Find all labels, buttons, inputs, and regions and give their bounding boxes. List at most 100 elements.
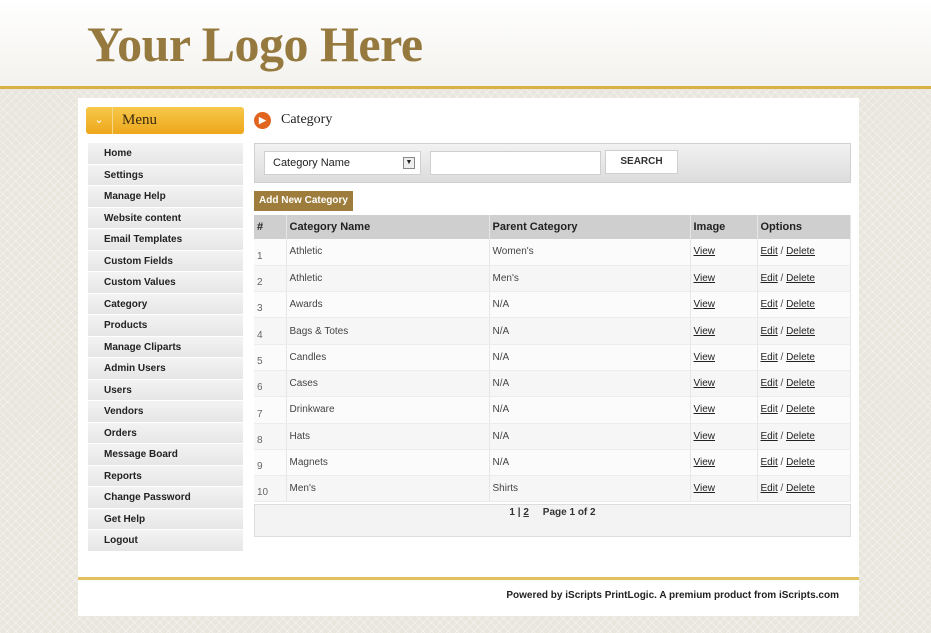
- parent-category-cell: N/A: [489, 423, 691, 450]
- page-separator: |: [517, 507, 521, 518]
- view-image-link[interactable]: View: [694, 483, 716, 494]
- row-number: 6: [254, 370, 287, 398]
- category-name-cell: Athletic: [286, 239, 490, 266]
- sidebar-item-get-help[interactable]: Get Help: [88, 508, 243, 529]
- sidebar-item-website-content[interactable]: Website content: [88, 207, 243, 228]
- image-cell: View: [690, 265, 758, 293]
- search-field-value: Category Name: [273, 157, 351, 169]
- delete-link[interactable]: Delete: [786, 457, 815, 468]
- sidebar-title: Menu: [122, 112, 157, 128]
- category-name-cell: Magnets: [286, 449, 490, 477]
- row-number: 5: [254, 344, 287, 371]
- view-image-link[interactable]: View: [694, 299, 716, 310]
- view-image-link[interactable]: View: [694, 431, 716, 442]
- delete-link[interactable]: Delete: [786, 431, 815, 442]
- edit-link[interactable]: Edit: [761, 483, 778, 494]
- delete-link[interactable]: Delete: [786, 404, 815, 415]
- row-number: 3: [254, 291, 287, 319]
- delete-link[interactable]: Delete: [786, 326, 815, 337]
- view-image-link[interactable]: View: [694, 352, 716, 363]
- view-image-link[interactable]: View: [694, 326, 716, 337]
- options-cell: Edit / Delete: [757, 370, 851, 398]
- sidebar-item-message-board[interactable]: Message Board: [88, 444, 243, 465]
- edit-link[interactable]: Edit: [761, 273, 778, 284]
- page-title: Category: [281, 112, 333, 127]
- sidebar-item-products[interactable]: Products: [88, 315, 243, 336]
- parent-category-cell: N/A: [489, 449, 691, 477]
- search-button[interactable]: SEARCH: [605, 150, 678, 174]
- delete-link[interactable]: Delete: [786, 378, 815, 389]
- edit-link[interactable]: Edit: [761, 431, 778, 442]
- row-number: 10: [254, 475, 287, 503]
- sidebar-item-home[interactable]: Home: [88, 143, 243, 164]
- row-number: 7: [254, 396, 287, 424]
- image-cell: View: [690, 423, 758, 450]
- site-logo[interactable]: Your Logo Here: [87, 12, 423, 76]
- column-header-options: Options: [757, 215, 851, 239]
- delete-link[interactable]: Delete: [786, 352, 815, 363]
- table-row: 1 Athletic Women's View Edit / Delete: [254, 239, 851, 266]
- parent-category-cell: N/A: [489, 396, 691, 424]
- edit-link[interactable]: Edit: [761, 404, 778, 415]
- sidebar-item-logout[interactable]: Logout: [88, 530, 243, 551]
- view-image-link[interactable]: View: [694, 404, 716, 415]
- view-image-link[interactable]: View: [694, 273, 716, 284]
- sidebar-item-users[interactable]: Users: [88, 379, 243, 400]
- parent-category-cell: Shirts: [489, 475, 691, 503]
- parent-category-cell: Men's: [489, 265, 691, 293]
- image-cell: View: [690, 239, 758, 266]
- parent-category-cell: N/A: [489, 370, 691, 398]
- page-2-link[interactable]: 2: [523, 507, 529, 518]
- search-field-select[interactable]: Category Name ▼: [264, 151, 421, 175]
- edit-link[interactable]: Edit: [761, 299, 778, 310]
- category-name-cell: Cases: [286, 370, 490, 398]
- column-header-number: #: [254, 215, 287, 239]
- category-name-cell: Bags & Totes: [286, 317, 490, 345]
- sidebar-item-email-templates[interactable]: Email Templates: [88, 229, 243, 250]
- delete-link[interactable]: Delete: [786, 273, 815, 284]
- sidebar-item-change-password[interactable]: Change Password: [88, 487, 243, 508]
- options-cell: Edit / Delete: [757, 423, 851, 450]
- sidebar-item-custom-values[interactable]: Custom Values: [88, 272, 243, 293]
- sidebar-item-admin-users[interactable]: Admin Users: [88, 358, 243, 379]
- edit-link[interactable]: Edit: [761, 457, 778, 468]
- dropdown-arrow-icon[interactable]: ▼: [403, 157, 415, 169]
- table-row: 6 Cases N/A View Edit / Delete: [254, 370, 851, 398]
- sidebar-header: ⌄ Menu: [86, 107, 244, 134]
- delete-link[interactable]: Delete: [786, 246, 815, 257]
- sidebar-item-manage-help[interactable]: Manage Help: [88, 186, 243, 207]
- sidebar-item-category[interactable]: Category: [88, 293, 243, 314]
- options-cell: Edit / Delete: [757, 291, 851, 319]
- table-header-row: # Category Name Parent Category Image Op…: [254, 215, 851, 239]
- view-image-link[interactable]: View: [694, 378, 716, 389]
- page-1-link[interactable]: 1: [509, 507, 515, 518]
- table-row: 10 Men's Shirts View Edit / Delete: [254, 475, 851, 503]
- table-row: 9 Magnets N/A View Edit / Delete: [254, 449, 851, 477]
- options-cell: Edit / Delete: [757, 239, 851, 266]
- image-cell: View: [690, 344, 758, 371]
- edit-link[interactable]: Edit: [761, 326, 778, 337]
- row-number: 1: [254, 239, 287, 266]
- options-cell: Edit / Delete: [757, 475, 851, 503]
- add-new-category-button[interactable]: Add New Category: [254, 191, 353, 211]
- sidebar-item-orders[interactable]: Orders: [88, 422, 243, 443]
- delete-link[interactable]: Delete: [786, 299, 815, 310]
- table-row: 5 Candles N/A View Edit / Delete: [254, 344, 851, 371]
- image-cell: View: [690, 449, 758, 477]
- view-image-link[interactable]: View: [694, 246, 716, 257]
- sidebar-item-vendors[interactable]: Vendors: [88, 401, 243, 422]
- delete-link[interactable]: Delete: [786, 483, 815, 494]
- sidebar-item-settings[interactable]: Settings: [88, 164, 243, 185]
- footer-credit: Powered by iScripts PrintLogic. A premiu…: [506, 590, 839, 601]
- edit-link[interactable]: Edit: [761, 352, 778, 363]
- sidebar-item-manage-cliparts[interactable]: Manage Cliparts: [88, 336, 243, 357]
- search-input[interactable]: [430, 151, 601, 175]
- search-bar: Category Name ▼ SEARCH: [254, 143, 851, 183]
- sidebar-item-custom-fields[interactable]: Custom Fields: [88, 250, 243, 271]
- view-image-link[interactable]: View: [694, 457, 716, 468]
- row-number: 8: [254, 423, 287, 450]
- column-header-image: Image: [690, 215, 758, 239]
- edit-link[interactable]: Edit: [761, 378, 778, 389]
- edit-link[interactable]: Edit: [761, 246, 778, 257]
- sidebar-item-reports[interactable]: Reports: [88, 465, 243, 486]
